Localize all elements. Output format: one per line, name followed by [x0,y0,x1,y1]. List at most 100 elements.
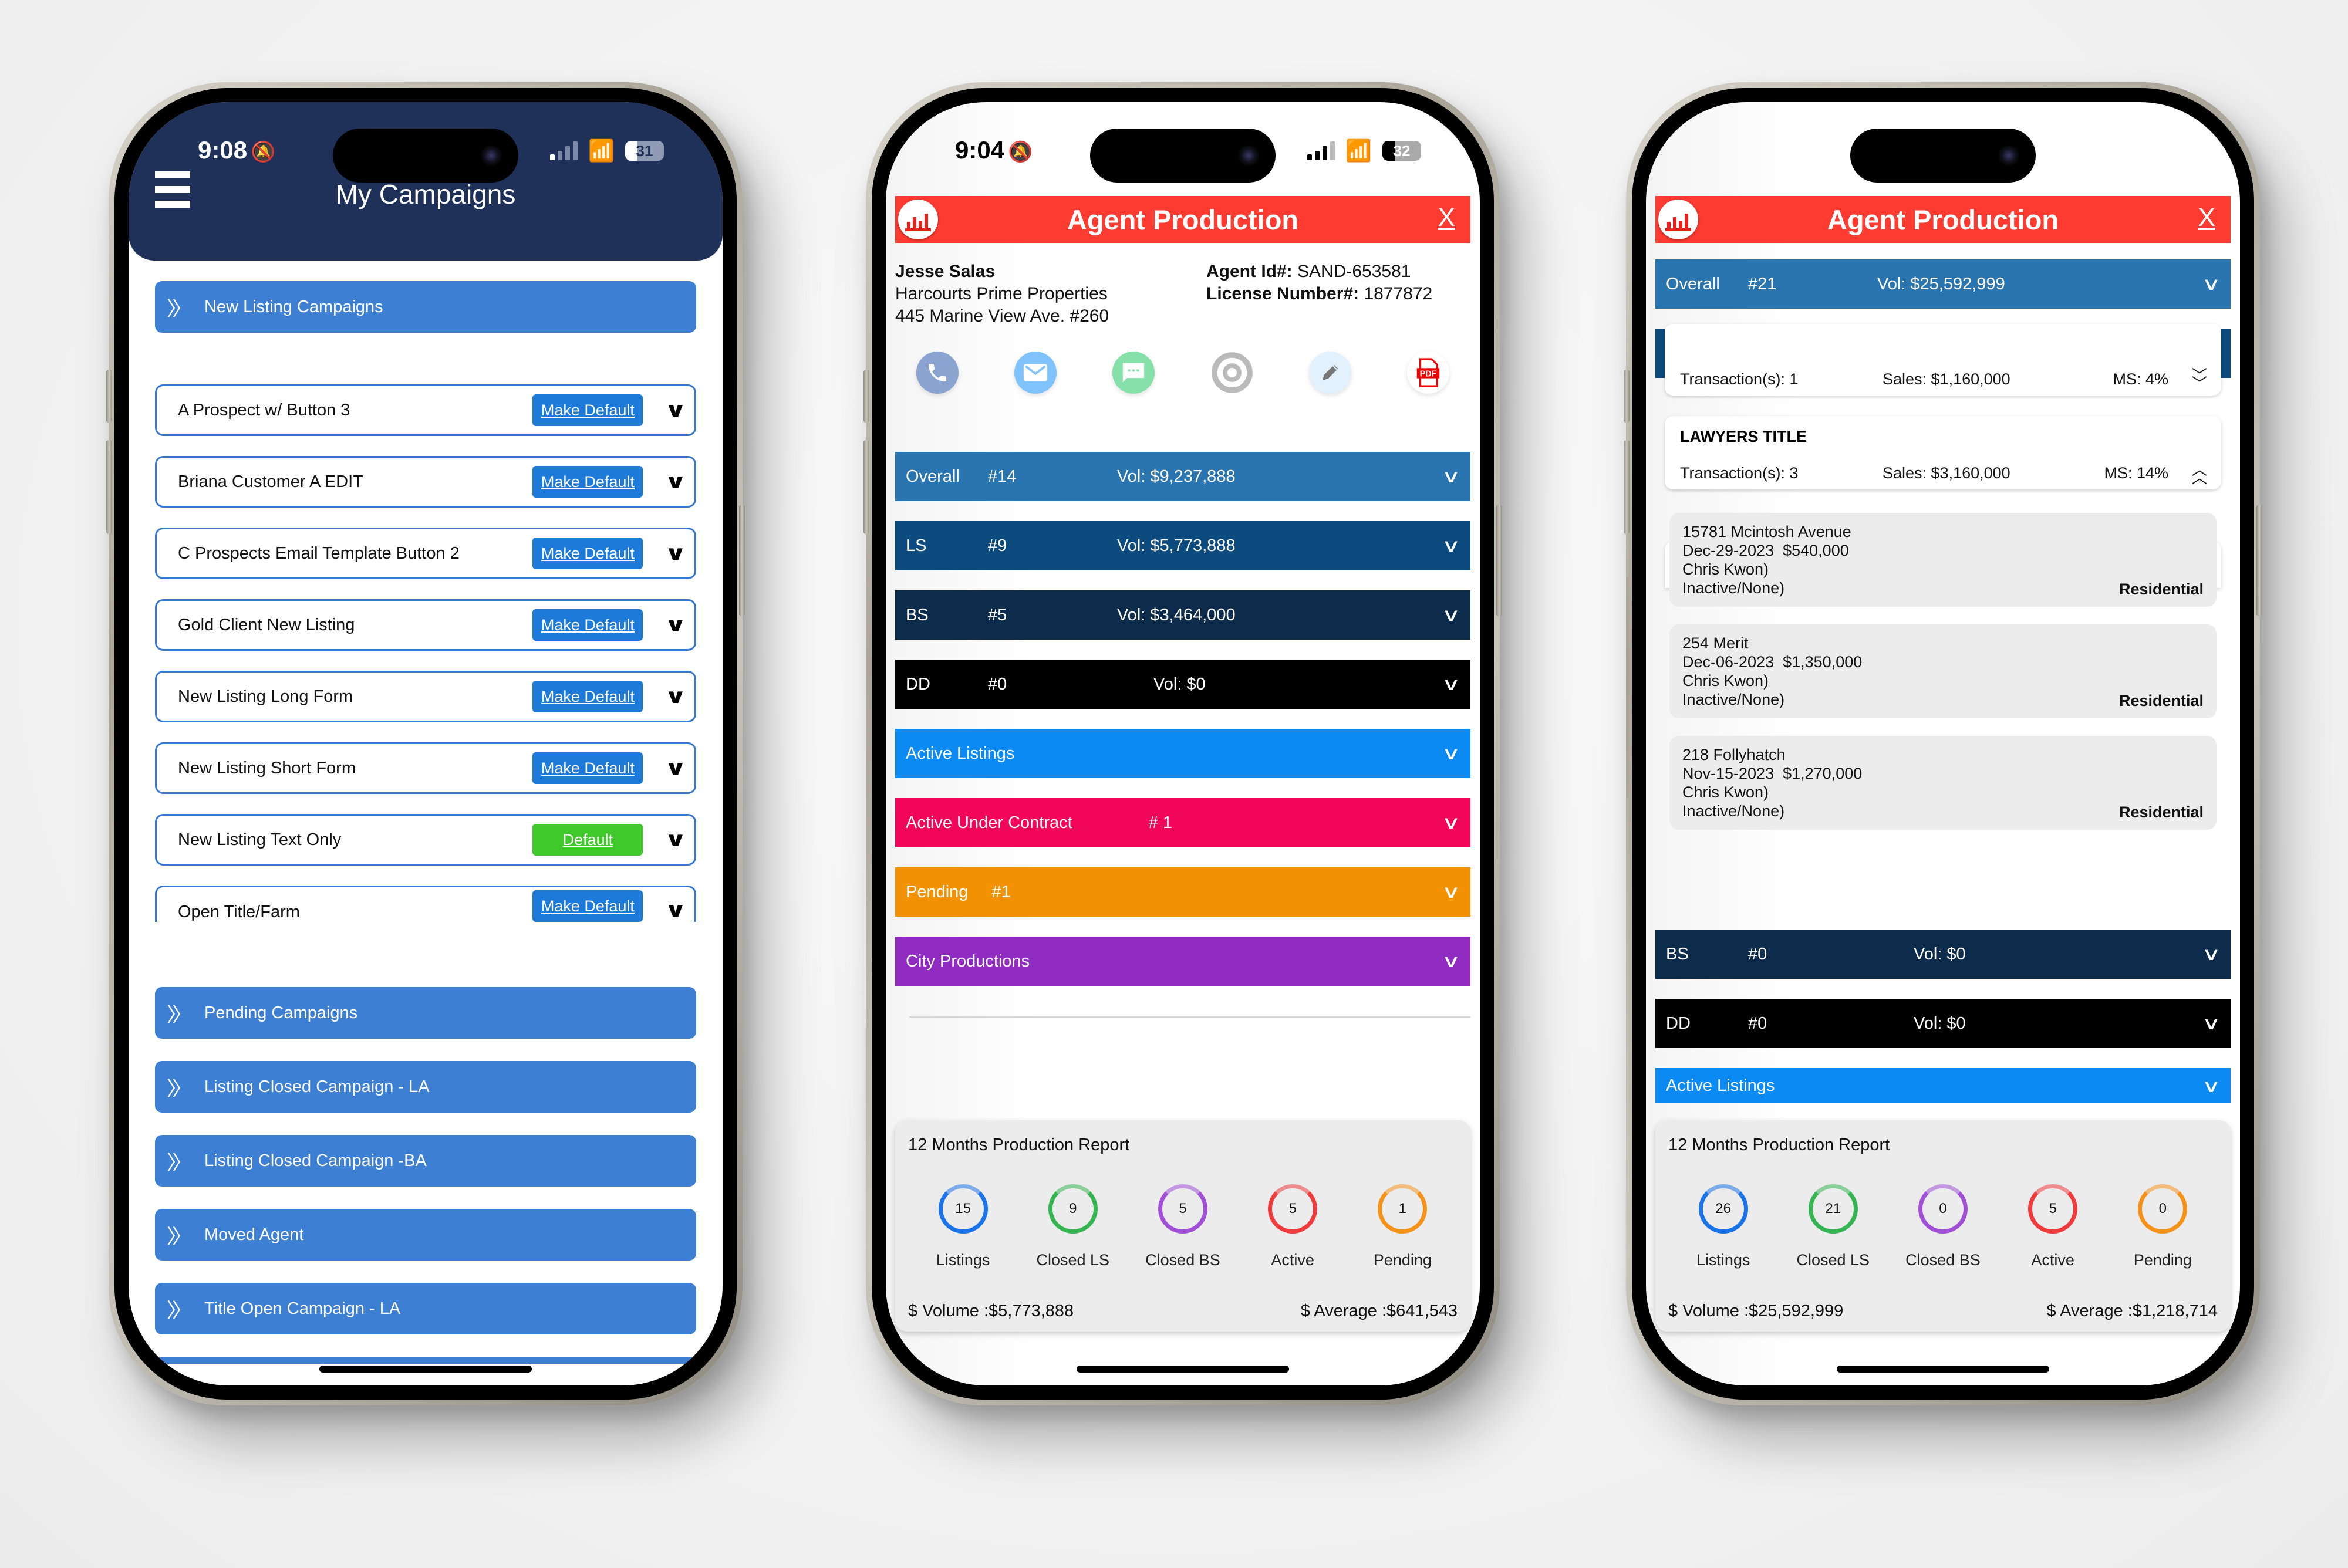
title-company-card[interactable]: LAWYERS TITLE Transaction(s): 3 Sales: $3,… [1665,416,2221,489]
production-bar-bs[interactable]: BS #0 Vol: $0 ∨ [1655,930,2231,979]
campaign-group-button[interactable]: 〉〉 Pending Campaigns [155,987,696,1039]
production-bar-active-listings[interactable]: Active Listings ∨ [1655,1068,2231,1103]
production-bar-dd[interactable]: DD #0 Vol: $0 ∨ [895,660,1470,709]
bar-label: City Productions [906,951,1030,971]
message-icon[interactable] [1112,352,1155,394]
chevron-down-icon[interactable]: ∨ [2202,274,2221,295]
campaign-item[interactable]: Briana Customer A EDIT Make Default ∨ [155,456,696,508]
report-title: 12 Months Production Report [908,1136,1130,1154]
bar-label: Pending [906,882,969,901]
production-bar-city-productions[interactable]: City Productions ∨ [895,937,1470,986]
production-bar-overall[interactable]: Overall #21 Vol: $25,592,999 ∨ [1655,259,2231,309]
campaign-group-button[interactable]: 〉〉 Moved Agent [155,1209,696,1261]
production-bar-dd[interactable]: DD #0 Vol: $0 ∨ [1655,999,2231,1048]
chevron-down-icon[interactable]: ∨ [664,685,687,708]
make-default-button[interactable]: Make Default [532,538,643,569]
production-bar-active-under-contract[interactable]: Active Under Contract # 1 ∨ [895,798,1470,847]
chevron-down-icon[interactable]: ∨ [664,470,687,494]
status-time: 9:04 🔕 [955,136,1033,164]
campaign-item[interactable]: C Prospects Email Template Button 2 Make … [155,528,696,579]
listing-card[interactable]: 15781 Mcintosh Avenue Dec-29-2023 $540,00… [1669,513,2217,607]
production-bars-bottom: BS #0 Vol: $0 ∨ DD #0 Vol: $0 ∨ Active Listings ∨ [1655,930,2231,1123]
listing-type: Residential [2118,580,2204,598]
bar-rank: #9 [988,536,1007,555]
bar-rank: #5 [988,605,1007,624]
chevron-down-icon[interactable]: ∨ [1442,674,1461,695]
page-title: Agent Production [1067,204,1299,235]
chevron-down-icon[interactable]: ∨ [2202,944,2221,965]
edit-icon[interactable] [1308,352,1351,394]
chevron-down-icon[interactable]: ∨ [664,398,687,422]
battery-icon: 32 [1382,141,1421,161]
campaign-item[interactable]: New Listing Short Form Make Default ∨ [155,742,696,794]
double-chevron-up-icon[interactable]: ︿ ︿ [2191,462,2208,485]
production-bar-bs[interactable]: BS #5 Vol: $3,464,000 ∨ [895,590,1470,640]
campaign-group-button[interactable]: 〉〉 Title Open Campaign - LA [155,1283,696,1334]
bar-volume: Vol: $5,773,888 [1117,536,1236,555]
chevron-down-icon[interactable]: ∨ [664,542,687,565]
listing-date-price: Dec-29-2023 $540,000 [1682,541,2204,560]
campaign-group-button[interactable]: 〉〉 Listing Closed Campaign -BA [155,1135,696,1187]
target-icon[interactable] [1210,352,1253,394]
chevron-down-icon[interactable]: ∨ [664,898,687,922]
bar-rank: #0 [1748,1013,1767,1033]
make-default-button[interactable]: Make Default [532,466,643,498]
default-badge[interactable]: Default [532,824,643,856]
make-default-button[interactable]: Make Default [532,752,643,784]
campaign-item[interactable]: Gold Client New Listing Make Default ∨ [155,599,696,651]
chevron-down-icon[interactable]: ∨ [1442,744,1461,764]
campaign-group-button-partial[interactable] [155,1357,696,1364]
battery-level: 32 [1393,142,1411,160]
stat-ring: 5 [1158,1184,1207,1234]
chevron-down-icon[interactable]: ∨ [1442,813,1461,833]
volume-up-button [106,370,112,423]
production-report-card: 12 Months Production Report 15 Listings 9 Cl… [895,1120,1470,1332]
stat-ring: 26 [1698,1184,1748,1234]
campaign-item[interactable]: A Prospect w/ Button 3 Make Default ∨ [155,384,696,436]
make-default-button[interactable]: Make Default [532,681,643,712]
chevron-down-icon[interactable]: ∨ [2202,1013,2221,1034]
chevron-down-icon[interactable]: ∨ [664,756,687,780]
battery-level: 31 [636,142,653,160]
chevron-down-icon[interactable]: ∨ [1442,951,1461,972]
title-company-card[interactable]: Transaction(s): 1 Sales: $1,160,000 MS: 4%… [1665,324,2221,396]
campaign-group-button[interactable]: 〉〉 Listing Closed Campaign - LA [155,1061,696,1113]
campaign-item[interactable]: New Listing Long Form Make Default ∨ [155,671,696,722]
listing-card[interactable]: 254 Merit Dec-06-2023 $1,350,000 Chris Kwo… [1669,624,2217,718]
email-icon[interactable] [1014,352,1057,394]
transaction-summary: Transaction(s): 3 Sales: $3,160,000 MS: 14… [1680,462,2208,485]
double-chevron-down-icon[interactable]: ﹀ ﹀ [2191,368,2208,391]
chevron-down-icon[interactable]: ∨ [1442,467,1461,487]
divider [909,1016,1470,1018]
listing-date: Dec-06-2023 [1682,653,1775,671]
agent-company: Harcourts Prime Properties [895,284,1108,303]
chevron-down-icon[interactable]: ∨ [664,613,687,637]
pdf-icon[interactable]: PDF [1406,352,1449,394]
make-default-button[interactable]: Make Default [532,890,643,922]
production-bar-overall[interactable]: Overall #14 Vol: $9,237,888 ∨ [895,452,1470,501]
group-label: Pending Campaigns [204,1003,358,1022]
chevron-down-icon[interactable]: ∨ [1442,882,1461,903]
close-button[interactable]: X [2198,203,2215,232]
phone-icon[interactable] [916,352,959,394]
stat-closed-bs: 5 Closed BS [1139,1184,1227,1269]
stat-label: Closed LS [1796,1251,1870,1269]
make-default-button[interactable]: Make Default [532,394,643,426]
close-button[interactable]: X [1438,203,1455,232]
make-default-button[interactable]: Make Default [532,609,643,641]
campaign-item[interactable]: Open Title/Farm Make Default ∨ [155,886,696,922]
chevron-down-icon[interactable]: ∨ [1442,536,1461,556]
group-new-listing-campaigns[interactable]: 〉〉 New Listing Campaigns [155,281,696,333]
market-share: MS: 4% [2113,370,2168,388]
production-bar-active-listings[interactable]: Active Listings ∨ [895,729,1470,778]
chevron-down-icon[interactable]: ∨ [2202,1076,2221,1097]
production-bar-ls[interactable]: LS #9 Vol: $5,773,888 ∨ [895,521,1470,570]
listing-card[interactable]: 218 Follyhatch Nov-15-2023 $1,270,000 Chri… [1669,736,2217,830]
report-stats: 26 Listings 21 Closed LS 0 Closed BS 5 Active 0 P… [1668,1184,2218,1269]
chevron-down-icon[interactable]: ∨ [1442,605,1461,626]
listing-agent: Chris Kwon) [1682,672,1769,690]
production-bar-pending[interactable]: Pending #1 ∨ [895,867,1470,917]
campaign-item[interactable]: New Listing Text Only Default ∨ [155,814,696,866]
chevron-down-icon[interactable]: ∨ [664,828,687,851]
